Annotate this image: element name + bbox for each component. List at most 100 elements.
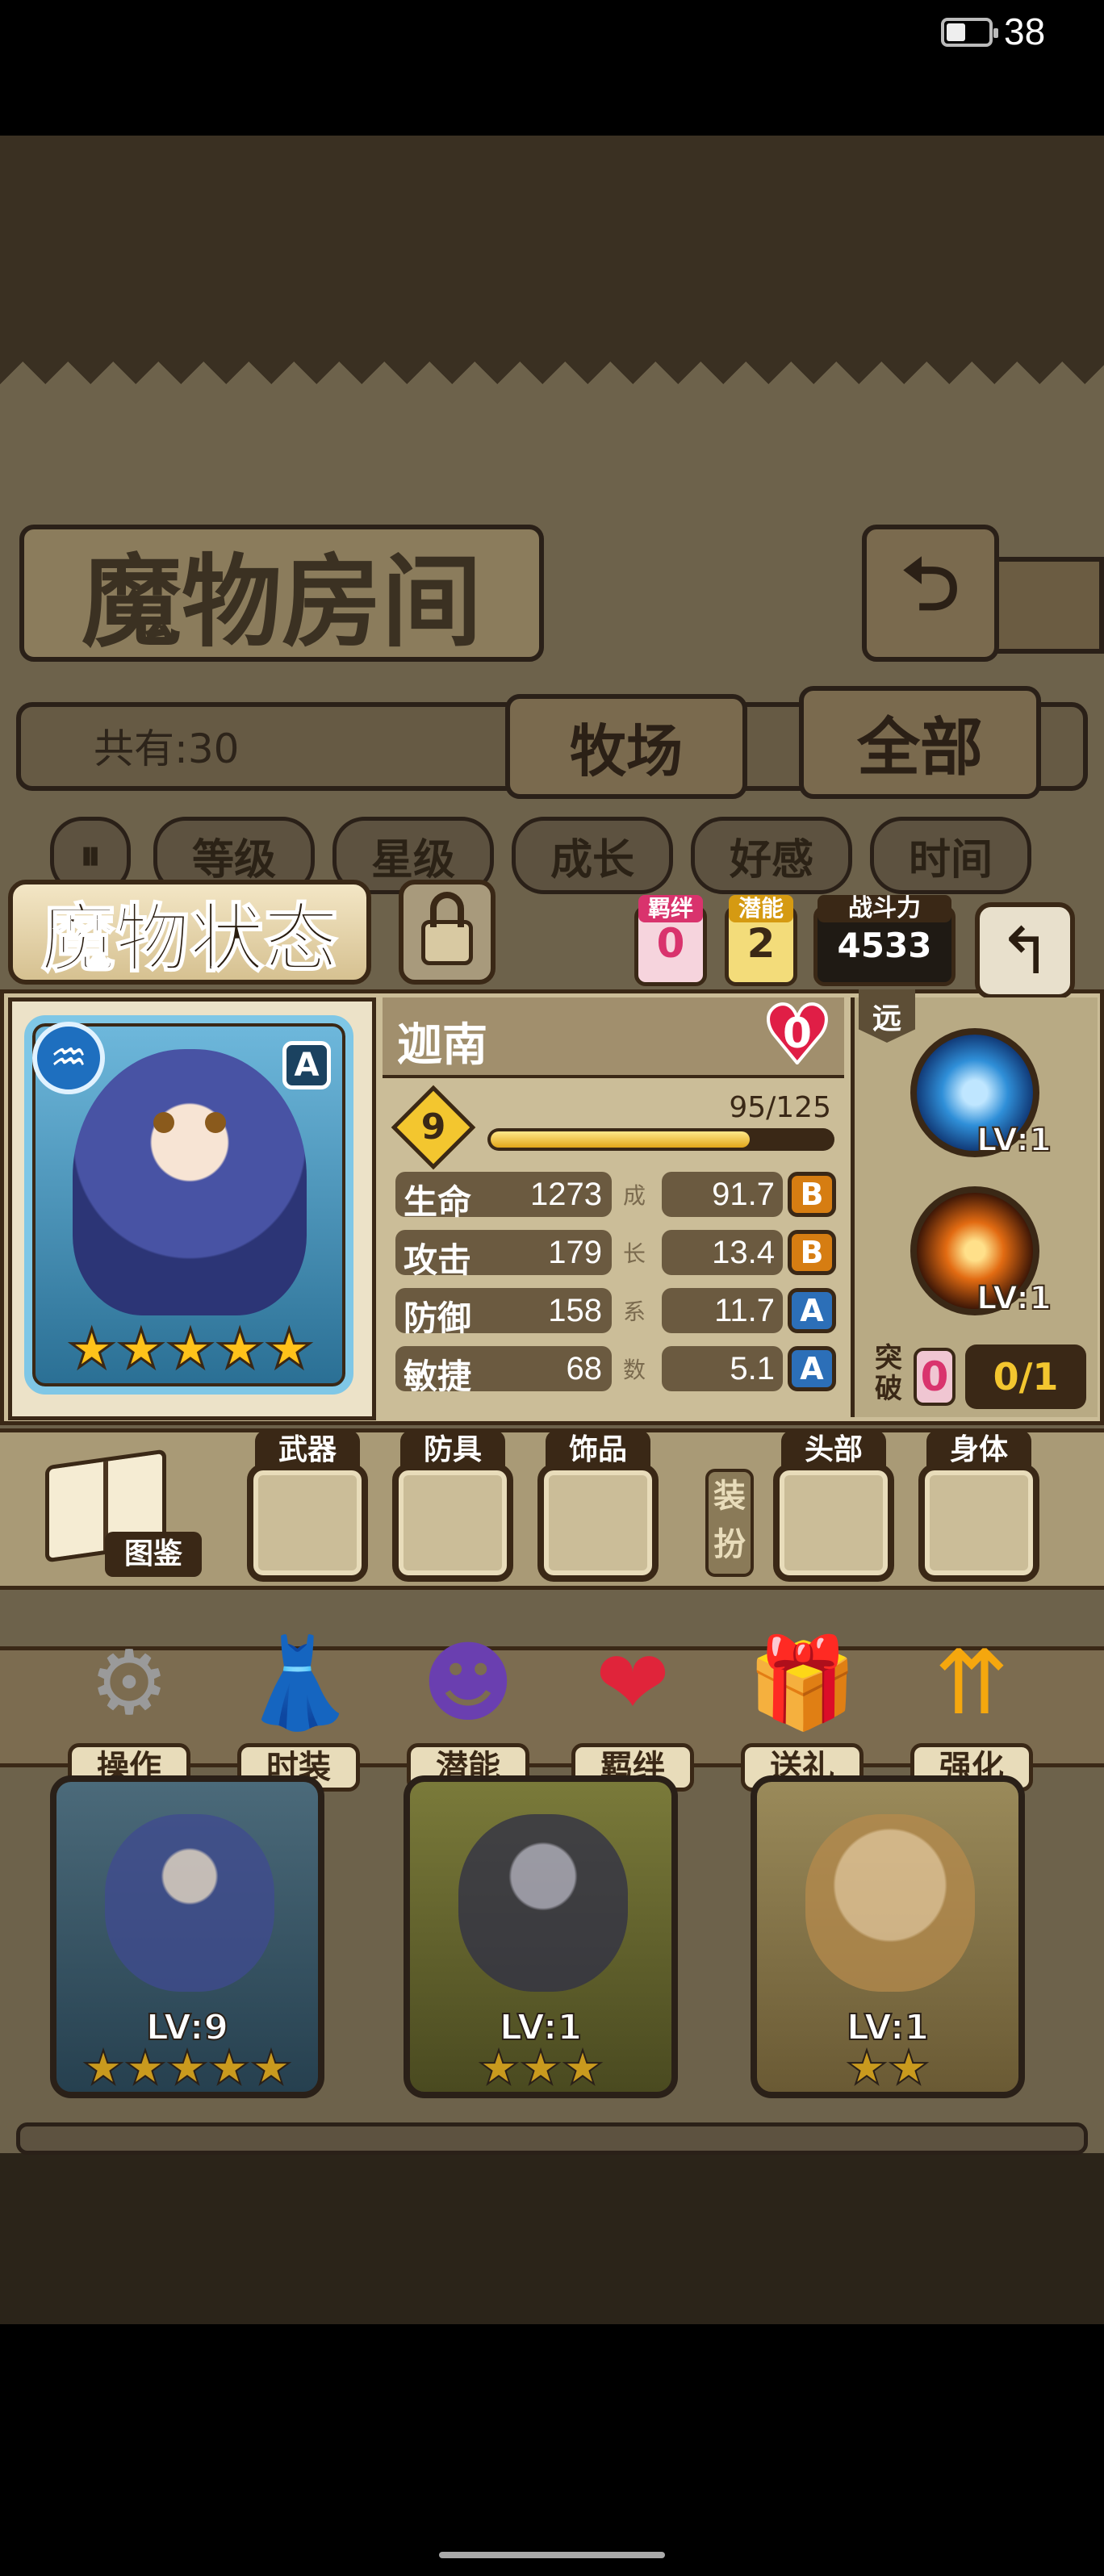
return-arrow-icon: ↰ [997,913,1052,989]
bottom-black-area [0,2324,1104,2576]
panel-close-button[interactable]: ↰ [975,902,1075,999]
padlock-shackle [430,892,464,927]
tab-all[interactable]: 全部 [799,686,1041,799]
head-slot[interactable] [773,1464,894,1582]
hearts-icon: ❤ [595,1631,671,1734]
growth-box: 91.7 [662,1172,783,1217]
grade-badge: B [788,1172,836,1217]
skill-level: LV:1 [976,1279,1052,1318]
potential-value: 2 [746,920,776,967]
sort-growth-button[interactable]: 成长 [512,817,673,894]
monster-card[interactable]: LV:9 ★★★★★ [50,1775,324,2098]
stat-row-agility: 敏捷 68 数 5.1 A [395,1346,844,1396]
star-rating-text: ★★ [845,2040,930,2095]
demon-icon: ☻ [421,1631,515,1734]
stat-box: 攻击 179 [395,1230,612,1280]
star-icon: ★ [165,1318,215,1380]
potential-label: 潜能 [729,895,793,922]
skill-level: LV:1 [976,1121,1052,1160]
stat-box: 敏捷 68 [395,1346,612,1396]
star-icon: ★ [264,1318,314,1380]
growth-value: 91.7 [712,1177,775,1212]
stat-value: 158 [548,1293,602,1328]
monster-card-stars: ★★★★★ [56,2043,318,2092]
monster-status-title: 魔物状态 [8,880,371,985]
xp-fill [491,1131,750,1148]
monster-card-art [458,1814,628,1992]
bond-stat: 羁绊 0 [634,895,707,986]
monster-name: 迦南 [397,1019,487,1072]
stat-row-defense: 防御 158 系 11.7 A [395,1288,844,1338]
grade-badge: A [788,1346,836,1391]
body-slot[interactable] [918,1464,1039,1582]
bond-label: 羁绊 [638,895,703,922]
monster-eyes [145,1112,234,1133]
armor-slot[interactable] [392,1464,513,1582]
monster-count-label: 共有:30 [94,726,240,772]
lock-button[interactable] [399,880,496,985]
padlock-icon [421,892,473,965]
growth-box: 5.1 [662,1346,783,1391]
breakthrough-label: 突破 [875,1342,902,1405]
potential-button[interactable]: ☻ 潜能 [404,1622,533,1792]
growth-value: 11.7 [714,1293,775,1328]
grade-badge: A [788,1288,836,1333]
growth-value: 13.4 [712,1235,775,1270]
grade-badge: B [788,1230,836,1275]
star-rating-text: ★★★ [477,2040,604,2095]
gift-icon: 🎁 [746,1630,858,1734]
level-value: 9 [420,1106,446,1148]
growth-caption-char: 数 [623,1357,646,1383]
growth-value: 5.1 [730,1351,775,1386]
monster-room-title: 魔物房间 [19,525,544,662]
enhance-button[interactable]: ⇈ 强化 [907,1622,1036,1792]
battery-icon [941,18,998,47]
monster-card[interactable]: LV:1 ★★★ [404,1775,678,2098]
stat-label: 攻击 [404,1240,472,1280]
stat-row-attack: 攻击 179 长 13.4 B [395,1230,844,1280]
battery-percentage: 38 [1004,10,1046,52]
growth-caption-char: 成 [623,1182,646,1209]
accessory-slot[interactable] [537,1464,659,1582]
operate-button[interactable]: ⚙ 操作 [65,1622,194,1792]
bond-value: 0 [656,920,685,967]
rank-badge: A [282,1041,331,1089]
growth-box: 13.4 [662,1230,783,1275]
tab-ranch[interactable]: 牧场 [505,694,747,799]
room-back-tab [997,557,1104,654]
fashion-button[interactable]: 👗 时装 [234,1622,363,1792]
stat-value: 1273 [530,1177,602,1212]
xp-text: 95/125 [729,1091,831,1124]
gift-button[interactable]: 🎁 送礼 [738,1622,867,1792]
battery-fill [947,23,965,41]
weapon-slot[interactable] [247,1464,368,1582]
star-icon: ★ [67,1318,117,1380]
bond-button[interactable]: ❤ 羁绊 [568,1622,697,1792]
monster-star-rating: ★ ★ ★ ★ ★ [67,1318,315,1382]
monster-character-art [73,1049,307,1315]
dress-icon: 👗 [243,1630,354,1734]
codex-button[interactable]: 图鉴 [105,1532,202,1577]
stat-row-hp: 生命 1273 成 91.7 B [395,1172,844,1222]
monster-card-stars: ★★★ [410,2043,671,2092]
growth-caption-char: 系 [623,1298,646,1325]
stat-label: 防御 [404,1298,472,1338]
stat-box: 防御 158 [395,1288,612,1338]
zigzag-border [0,362,1104,394]
outfit-label: 装扮 [705,1469,754,1577]
sort-affection-button[interactable]: 好感 [691,817,852,894]
combat-power-label: 战斗力 [818,895,951,922]
gear-icon: ⚙ [89,1631,169,1734]
room-back-button[interactable]: ⮌ [862,525,999,662]
system-status-bar [0,0,1104,136]
sort-time-button[interactable]: 时间 [870,817,1031,894]
growth-box: 11.7 [662,1288,783,1333]
monster-card[interactable]: LV:1 ★★ [751,1775,1025,2098]
home-indicator[interactable] [439,2552,665,2558]
combat-power-stat: 战斗力 4533 [813,895,956,986]
breakthrough-value: 0 [914,1348,956,1406]
breakthrough-progress[interactable]: 0/1 [965,1344,1086,1409]
stat-label: 生命 [404,1182,472,1222]
stat-value: 179 [548,1235,602,1270]
combat-power-value: 4533 [837,926,932,965]
